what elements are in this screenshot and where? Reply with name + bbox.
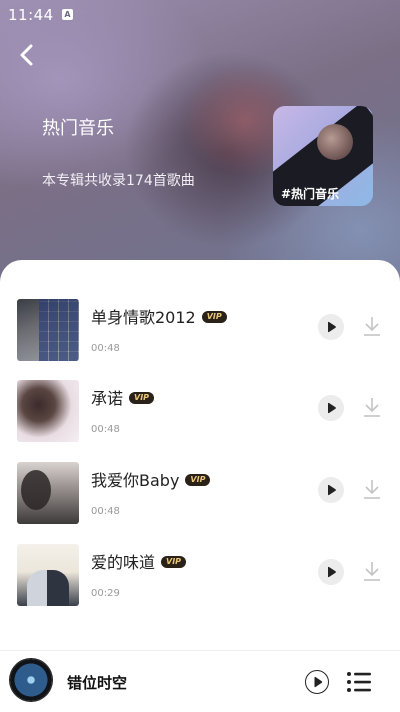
vip-badge: VIP: [201, 310, 227, 323]
player-play-button[interactable]: [305, 670, 329, 694]
album-cover-label: #热门音乐: [281, 187, 340, 201]
play-button[interactable]: [318, 314, 344, 340]
song-title: 单身情歌2012: [91, 308, 196, 327]
mini-player[interactable]: 错位时空: [0, 650, 400, 712]
chevron-left-icon: [20, 44, 33, 66]
playlist-icon: [347, 672, 371, 692]
download-icon: [364, 317, 380, 336]
download-icon: [364, 562, 380, 581]
play-icon: [328, 402, 336, 414]
play-button[interactable]: [318, 477, 344, 503]
download-button[interactable]: [362, 315, 382, 337]
download-button[interactable]: [362, 478, 382, 500]
song-duration: 00:29: [91, 588, 120, 599]
song-thumbnail: [17, 299, 79, 361]
play-icon: [328, 484, 336, 496]
album-description: 本专辑共收录174首歌曲: [42, 173, 195, 189]
vip-badge: VIP: [161, 555, 187, 568]
download-button[interactable]: [362, 396, 382, 418]
vip-badge: VIP: [129, 391, 155, 404]
status-time: 11:44: [8, 6, 54, 24]
song-title-line: 我爱你Baby VIP: [91, 467, 211, 491]
song-row[interactable]: 我爱你Baby VIP 00:48: [0, 462, 400, 528]
album-cover: #热门音乐: [273, 106, 373, 206]
download-button[interactable]: [362, 560, 382, 582]
song-row[interactable]: 单身情歌2012 VIP 00:48: [0, 299, 400, 365]
song-title-line: 爱的味道 VIP: [91, 549, 187, 573]
album-title: 热门音乐: [42, 118, 114, 139]
playlist-button[interactable]: [346, 671, 372, 693]
song-thumbnail: [17, 544, 79, 606]
download-icon: [364, 480, 380, 499]
vip-badge: VIP: [185, 473, 211, 486]
song-list-panel: 单身情歌2012 VIP 00:48 承诺 VIP 00:48 我爱你Baby …: [0, 260, 400, 711]
now-playing-artwork[interactable]: [10, 659, 52, 701]
song-duration: 00:48: [91, 506, 120, 517]
song-title: 我爱你Baby: [91, 471, 180, 490]
play-button[interactable]: [318, 395, 344, 421]
now-playing-title: 错位时空: [67, 674, 128, 692]
album-header: 11:44 A 热门音乐 本专辑共收录174首歌曲 #热门音乐: [0, 0, 400, 290]
play-icon: [314, 676, 323, 688]
cover-art-moon: [317, 124, 353, 160]
song-title: 爱的味道: [91, 553, 156, 572]
song-title-line: 单身情歌2012 VIP: [91, 304, 227, 328]
song-duration: 00:48: [91, 424, 120, 435]
status-bar: 11:44 A: [0, 0, 400, 28]
song-thumbnail: [17, 462, 79, 524]
song-row[interactable]: 承诺 VIP 00:48: [0, 380, 400, 446]
song-row[interactable]: 爱的味道 VIP 00:29: [0, 544, 400, 610]
download-icon: [364, 398, 380, 417]
play-icon: [328, 566, 336, 578]
play-icon: [328, 321, 336, 333]
song-title: 承诺: [91, 389, 124, 408]
song-duration: 00:48: [91, 343, 120, 354]
back-button[interactable]: [14, 40, 42, 70]
play-button[interactable]: [318, 559, 344, 585]
song-thumbnail: [17, 380, 79, 442]
song-title-line: 承诺 VIP: [91, 385, 155, 409]
notification-icon: A: [62, 9, 73, 20]
